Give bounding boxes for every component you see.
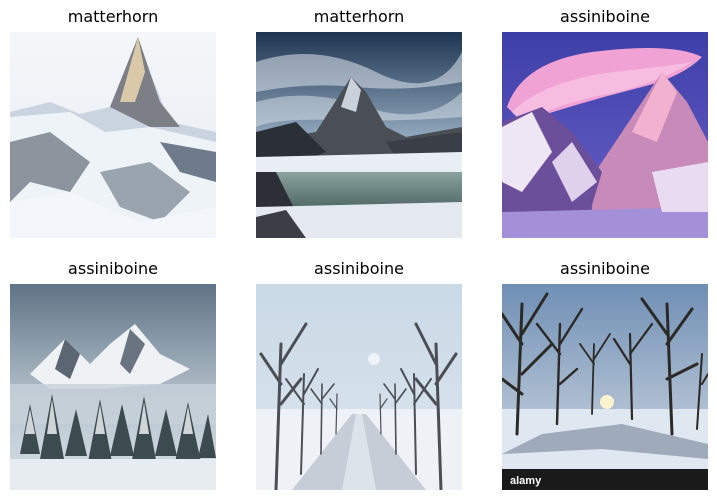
image-label: assiniboine bbox=[560, 7, 650, 26]
image-tile: matterhorn bbox=[256, 7, 462, 238]
image-tile: assiniboine bbox=[502, 7, 708, 238]
image-label: assiniboine bbox=[560, 259, 650, 278]
mountain-photo bbox=[10, 32, 216, 238]
image-label: assiniboine bbox=[68, 259, 158, 278]
image-grid: matterhorn matterhorn assiniboine assini… bbox=[0, 0, 717, 499]
image-label: assiniboine bbox=[314, 259, 404, 278]
image-tile: assiniboine bbox=[10, 259, 216, 490]
misty-forest-mountain-photo bbox=[10, 284, 216, 490]
image-tile: matterhorn bbox=[10, 7, 216, 238]
snowy-road-photo bbox=[256, 284, 462, 490]
pink-cloud-mountain-photo bbox=[502, 32, 708, 238]
mountain-lake-photo bbox=[256, 32, 462, 238]
watermark-text: alamy bbox=[510, 475, 542, 487]
image-label: matterhorn bbox=[67, 7, 159, 26]
winter-park-photo: alamy bbox=[502, 284, 708, 490]
image-tile: assiniboine bbox=[502, 259, 708, 490]
image-label: matterhorn bbox=[313, 7, 405, 26]
image-tile: assiniboine bbox=[256, 259, 462, 490]
